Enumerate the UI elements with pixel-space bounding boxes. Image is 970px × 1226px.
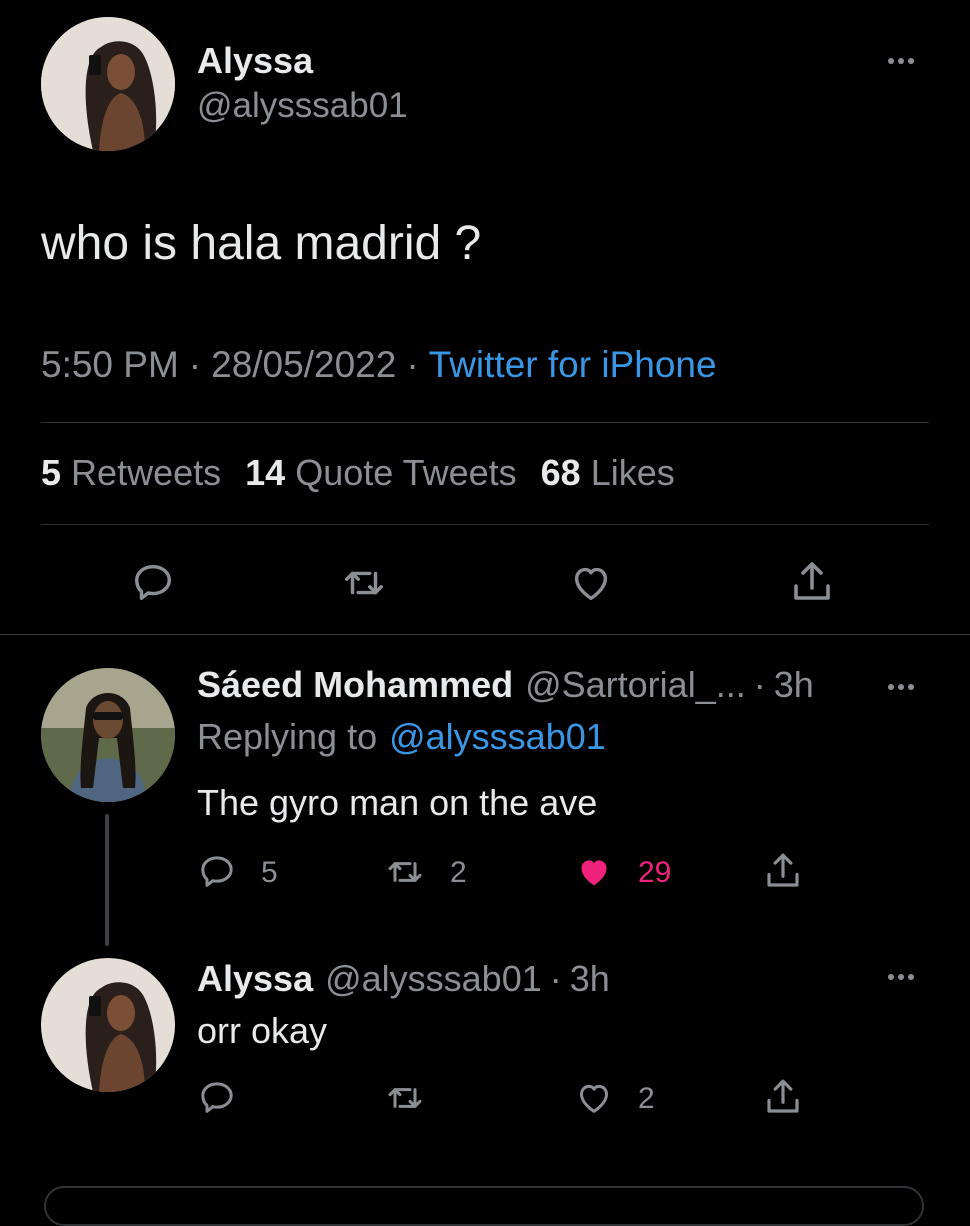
replying-to: Replying to @alysssab01	[197, 716, 606, 758]
share-icon[interactable]	[788, 558, 836, 606]
reply-text: orr okay	[197, 1010, 328, 1051]
divider	[41, 422, 929, 423]
meta-separator: ·	[753, 664, 766, 705]
reply-avatar[interactable]	[41, 668, 175, 802]
retweets-count: 5	[41, 452, 62, 493]
reply-count: 5	[261, 856, 278, 889]
tweet-meta: 5:50 PM · 28/05/2022 · Twitter for iPhon…	[41, 344, 717, 386]
like-count: 2	[638, 1082, 655, 1115]
quotes-count: 14	[245, 452, 286, 493]
like-icon[interactable]	[567, 560, 615, 606]
likes-label: Likes	[590, 452, 675, 493]
more-icon[interactable]	[888, 684, 914, 690]
retweet-icon[interactable]	[340, 560, 388, 606]
reply-icon[interactable]	[197, 1078, 237, 1118]
divider	[0, 634, 970, 635]
tweet-source-link[interactable]: Twitter for iPhone	[429, 344, 717, 386]
quotes-stat[interactable]: 14 Quote Tweets	[245, 452, 517, 494]
reply-author-name[interactable]: Alyssa	[197, 958, 313, 1000]
reply-composer[interactable]	[44, 1186, 924, 1226]
retweet-count: 2	[450, 856, 467, 889]
reply-header: Alyssa @alysssab01 · 3h	[197, 958, 610, 1000]
reply-icon[interactable]	[197, 852, 237, 892]
likes-stat[interactable]: 68 Likes	[541, 452, 675, 494]
more-icon[interactable]	[888, 974, 914, 980]
quotes-label: Quote Tweets	[295, 452, 517, 493]
divider	[41, 524, 929, 525]
tweet-stats: 5 Retweets 14 Quote Tweets 68 Likes	[41, 452, 675, 494]
reply-text: The gyro man on the ave	[197, 782, 598, 823]
tweet-time: 5:50 PM	[41, 344, 179, 385]
like-icon[interactable]	[573, 1078, 615, 1118]
share-icon[interactable]	[762, 1076, 804, 1118]
retweets-stat[interactable]: 5 Retweets	[41, 452, 221, 494]
tweet-date: 28/05/2022	[211, 344, 397, 385]
reply-avatar[interactable]	[41, 958, 175, 1092]
reply-icon[interactable]	[130, 560, 176, 606]
reply-header: Sáeed Mohammed @Sartorial_... · 3h	[197, 664, 814, 706]
retweet-icon[interactable]	[384, 852, 426, 892]
author-handle[interactable]: @alysssab01	[197, 86, 408, 126]
retweet-icon[interactable]	[384, 1078, 426, 1118]
like-icon-active[interactable]	[573, 852, 615, 892]
meta-separator: ·	[549, 958, 562, 999]
reply-author-name[interactable]: Sáeed Mohammed	[197, 664, 513, 706]
share-icon[interactable]	[762, 850, 804, 892]
reply-author-handle[interactable]: @alysssab01	[325, 958, 542, 1000]
meta-separator: ·	[406, 344, 419, 385]
replying-to-label: Replying to	[197, 716, 378, 757]
author-name[interactable]: Alyssa	[197, 40, 313, 82]
reply-time[interactable]: 3h	[570, 958, 610, 1000]
author-avatar[interactable]	[41, 17, 175, 151]
thread-line	[105, 814, 109, 946]
like-count: 29	[638, 856, 672, 889]
retweets-label: Retweets	[71, 452, 222, 493]
meta-separator: ·	[188, 344, 202, 385]
more-icon[interactable]	[888, 58, 914, 64]
replying-to-handle[interactable]: @alysssab01	[389, 716, 606, 758]
reply-time[interactable]: 3h	[774, 664, 814, 706]
reply-author-handle[interactable]: @Sartorial_...	[525, 664, 746, 706]
likes-count: 68	[540, 452, 581, 493]
tweet-text: who is hala madrid ?	[41, 217, 482, 270]
